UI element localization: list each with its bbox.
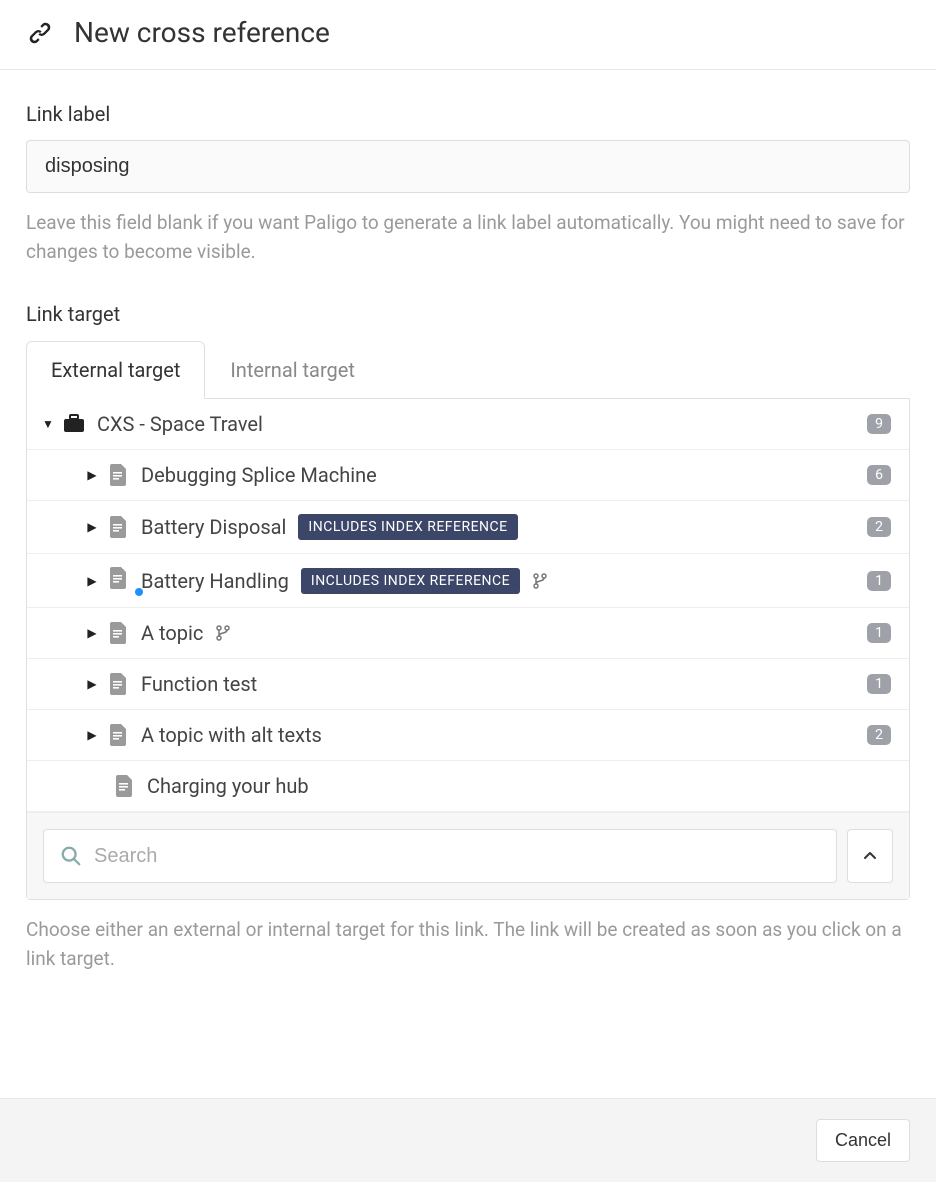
link-label-input[interactable] [26,140,910,193]
count-badge: 2 [867,517,891,537]
branch-icon [215,625,231,641]
includes-index-ref-badge: INCLUDES INDEX REFERENCE [298,514,517,540]
link-label-field-label: Link label [26,102,910,126]
tree-row[interactable]: ▶ Debugging Splice Machine 6 [27,450,909,501]
tree-row-label: Battery Disposal [141,515,286,539]
count-badge: 1 [867,623,891,643]
link-label-help: Leave this field blank if you want Palig… [26,209,910,266]
dialog-footer: Cancel [0,1098,936,1182]
search-icon [60,845,82,867]
tree-row-label: CXS - Space Travel [97,412,263,436]
count-badge: 6 [867,465,891,485]
tab-internal-target[interactable]: Internal target [205,341,380,399]
expand-toggle-icon[interactable]: ▶ [85,520,99,534]
tree-row-label: A topic with alt texts [141,723,322,747]
dialog-title: New cross reference [74,16,330,49]
document-modified-icon [107,567,141,594]
tree-row-label: Function test [141,672,257,696]
link-chain-icon [26,19,54,47]
count-badge: 1 [867,571,891,591]
cancel-button[interactable]: Cancel [816,1119,910,1162]
tree-row[interactable]: ▶ Function test 1 [27,659,909,710]
document-icon [107,516,129,538]
document-icon [113,775,135,797]
count-badge: 2 [867,725,891,745]
link-target-field-label: Link target [26,302,910,326]
search-input[interactable] [94,845,820,868]
branch-icon [532,573,548,589]
tree-row[interactable]: ▶ A topic with alt texts 2 [27,710,909,761]
tree-row[interactable]: ▶ Battery Handling INCLUDES INDEX REFERE… [27,554,909,608]
expand-toggle-icon[interactable]: ▶ [85,728,99,742]
document-icon [107,673,129,695]
target-tabs: External target Internal target [26,340,910,399]
tab-external-target[interactable]: External target [26,341,205,399]
includes-index-ref-badge: INCLUDES INDEX REFERENCE [301,568,520,594]
document-icon [107,724,129,746]
search-box[interactable] [43,829,837,883]
expand-toggle-icon[interactable]: ▶ [85,468,99,482]
tree-row[interactable]: ▶ Battery Disposal INCLUDES INDEX REFERE… [27,501,909,554]
document-icon [107,464,129,486]
expand-toggle-icon[interactable]: ▶ [85,574,99,588]
search-row [27,812,909,899]
link-target-help: Choose either an external or internal ta… [26,916,910,973]
briefcase-icon [63,413,85,435]
tree-row-label: A topic [141,621,203,645]
tree-row[interactable]: ▶ A topic 1 [27,608,909,659]
tree-row-label: Charging your hub [147,774,309,798]
dialog-header: New cross reference [0,0,936,70]
target-tree-panel: ▼ CXS - Space Travel 9 ▶ Debugging Splic… [26,399,910,900]
count-badge: 9 [867,414,891,434]
tree-root[interactable]: ▼ CXS - Space Travel 9 [27,399,909,450]
expand-toggle-icon[interactable]: ▶ [85,677,99,691]
collapse-button[interactable] [847,829,893,883]
chevron-up-icon [862,848,878,864]
expand-toggle-icon[interactable]: ▼ [41,417,55,431]
tree-row[interactable]: Charging your hub [27,761,909,812]
tree-row-label: Battery Handling [141,569,289,593]
document-icon [107,622,129,644]
count-badge: 1 [867,674,891,694]
expand-toggle-icon[interactable]: ▶ [85,626,99,640]
tree-row-label: Debugging Splice Machine [141,463,377,487]
